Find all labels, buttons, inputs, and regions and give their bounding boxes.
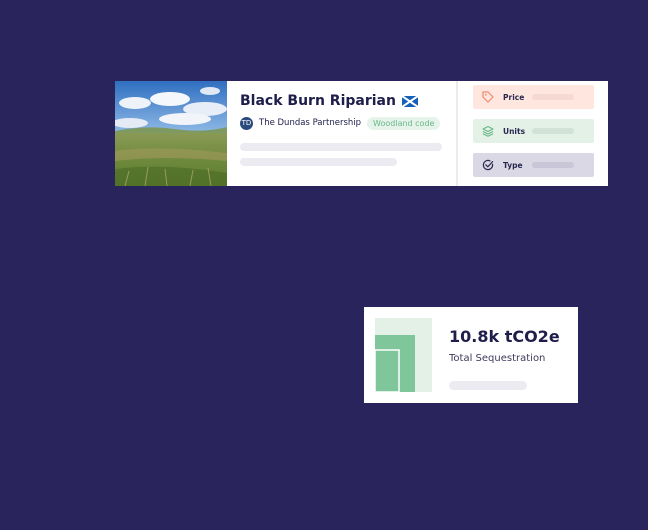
- developer-name[interactable]: The Dundas Partnership: [259, 118, 361, 128]
- attribute-label: Units: [503, 126, 526, 136]
- project-title: Black Burn Riparian: [240, 93, 396, 109]
- sequestration-caption: Total Sequestration: [449, 353, 546, 364]
- attribute-price[interactable]: Price: [473, 85, 594, 109]
- attribute-value-placeholder: [532, 94, 574, 100]
- project-info: Black Burn Riparian TD The Dundas Partne…: [227, 81, 456, 186]
- layers-icon: [481, 124, 495, 138]
- project-photo: [115, 81, 227, 186]
- description-placeholder-line: [240, 158, 397, 166]
- stat-placeholder-line: [449, 381, 527, 390]
- attribute-list: Price Units Type: [458, 81, 608, 186]
- sequestration-value: 10.8k tCO2e: [449, 327, 560, 346]
- attribute-type[interactable]: Type: [473, 153, 594, 177]
- attribute-value-placeholder: [532, 128, 574, 134]
- description-placeholder-line: [240, 143, 442, 151]
- tag-icon: [481, 90, 495, 104]
- developer-logo: TD: [240, 116, 253, 130]
- scotland-flag-icon: [401, 94, 419, 108]
- attribute-units[interactable]: Units: [473, 119, 594, 143]
- developer-row: TD The Dundas Partnership Woodland code: [240, 115, 442, 131]
- standard-badge: Woodland code: [367, 116, 441, 130]
- title-row: Black Burn Riparian: [240, 91, 442, 111]
- sequestration-chart-icon: [375, 318, 432, 392]
- project-card[interactable]: Black Burn Riparian TD The Dundas Partne…: [115, 81, 608, 186]
- attribute-label: Price: [503, 92, 525, 102]
- attribute-label: Type: [503, 160, 523, 170]
- sequestration-card[interactable]: 10.8k tCO2e Total Sequestration: [364, 307, 578, 403]
- attribute-value-placeholder: [532, 162, 574, 168]
- check-circle-icon: [481, 158, 495, 172]
